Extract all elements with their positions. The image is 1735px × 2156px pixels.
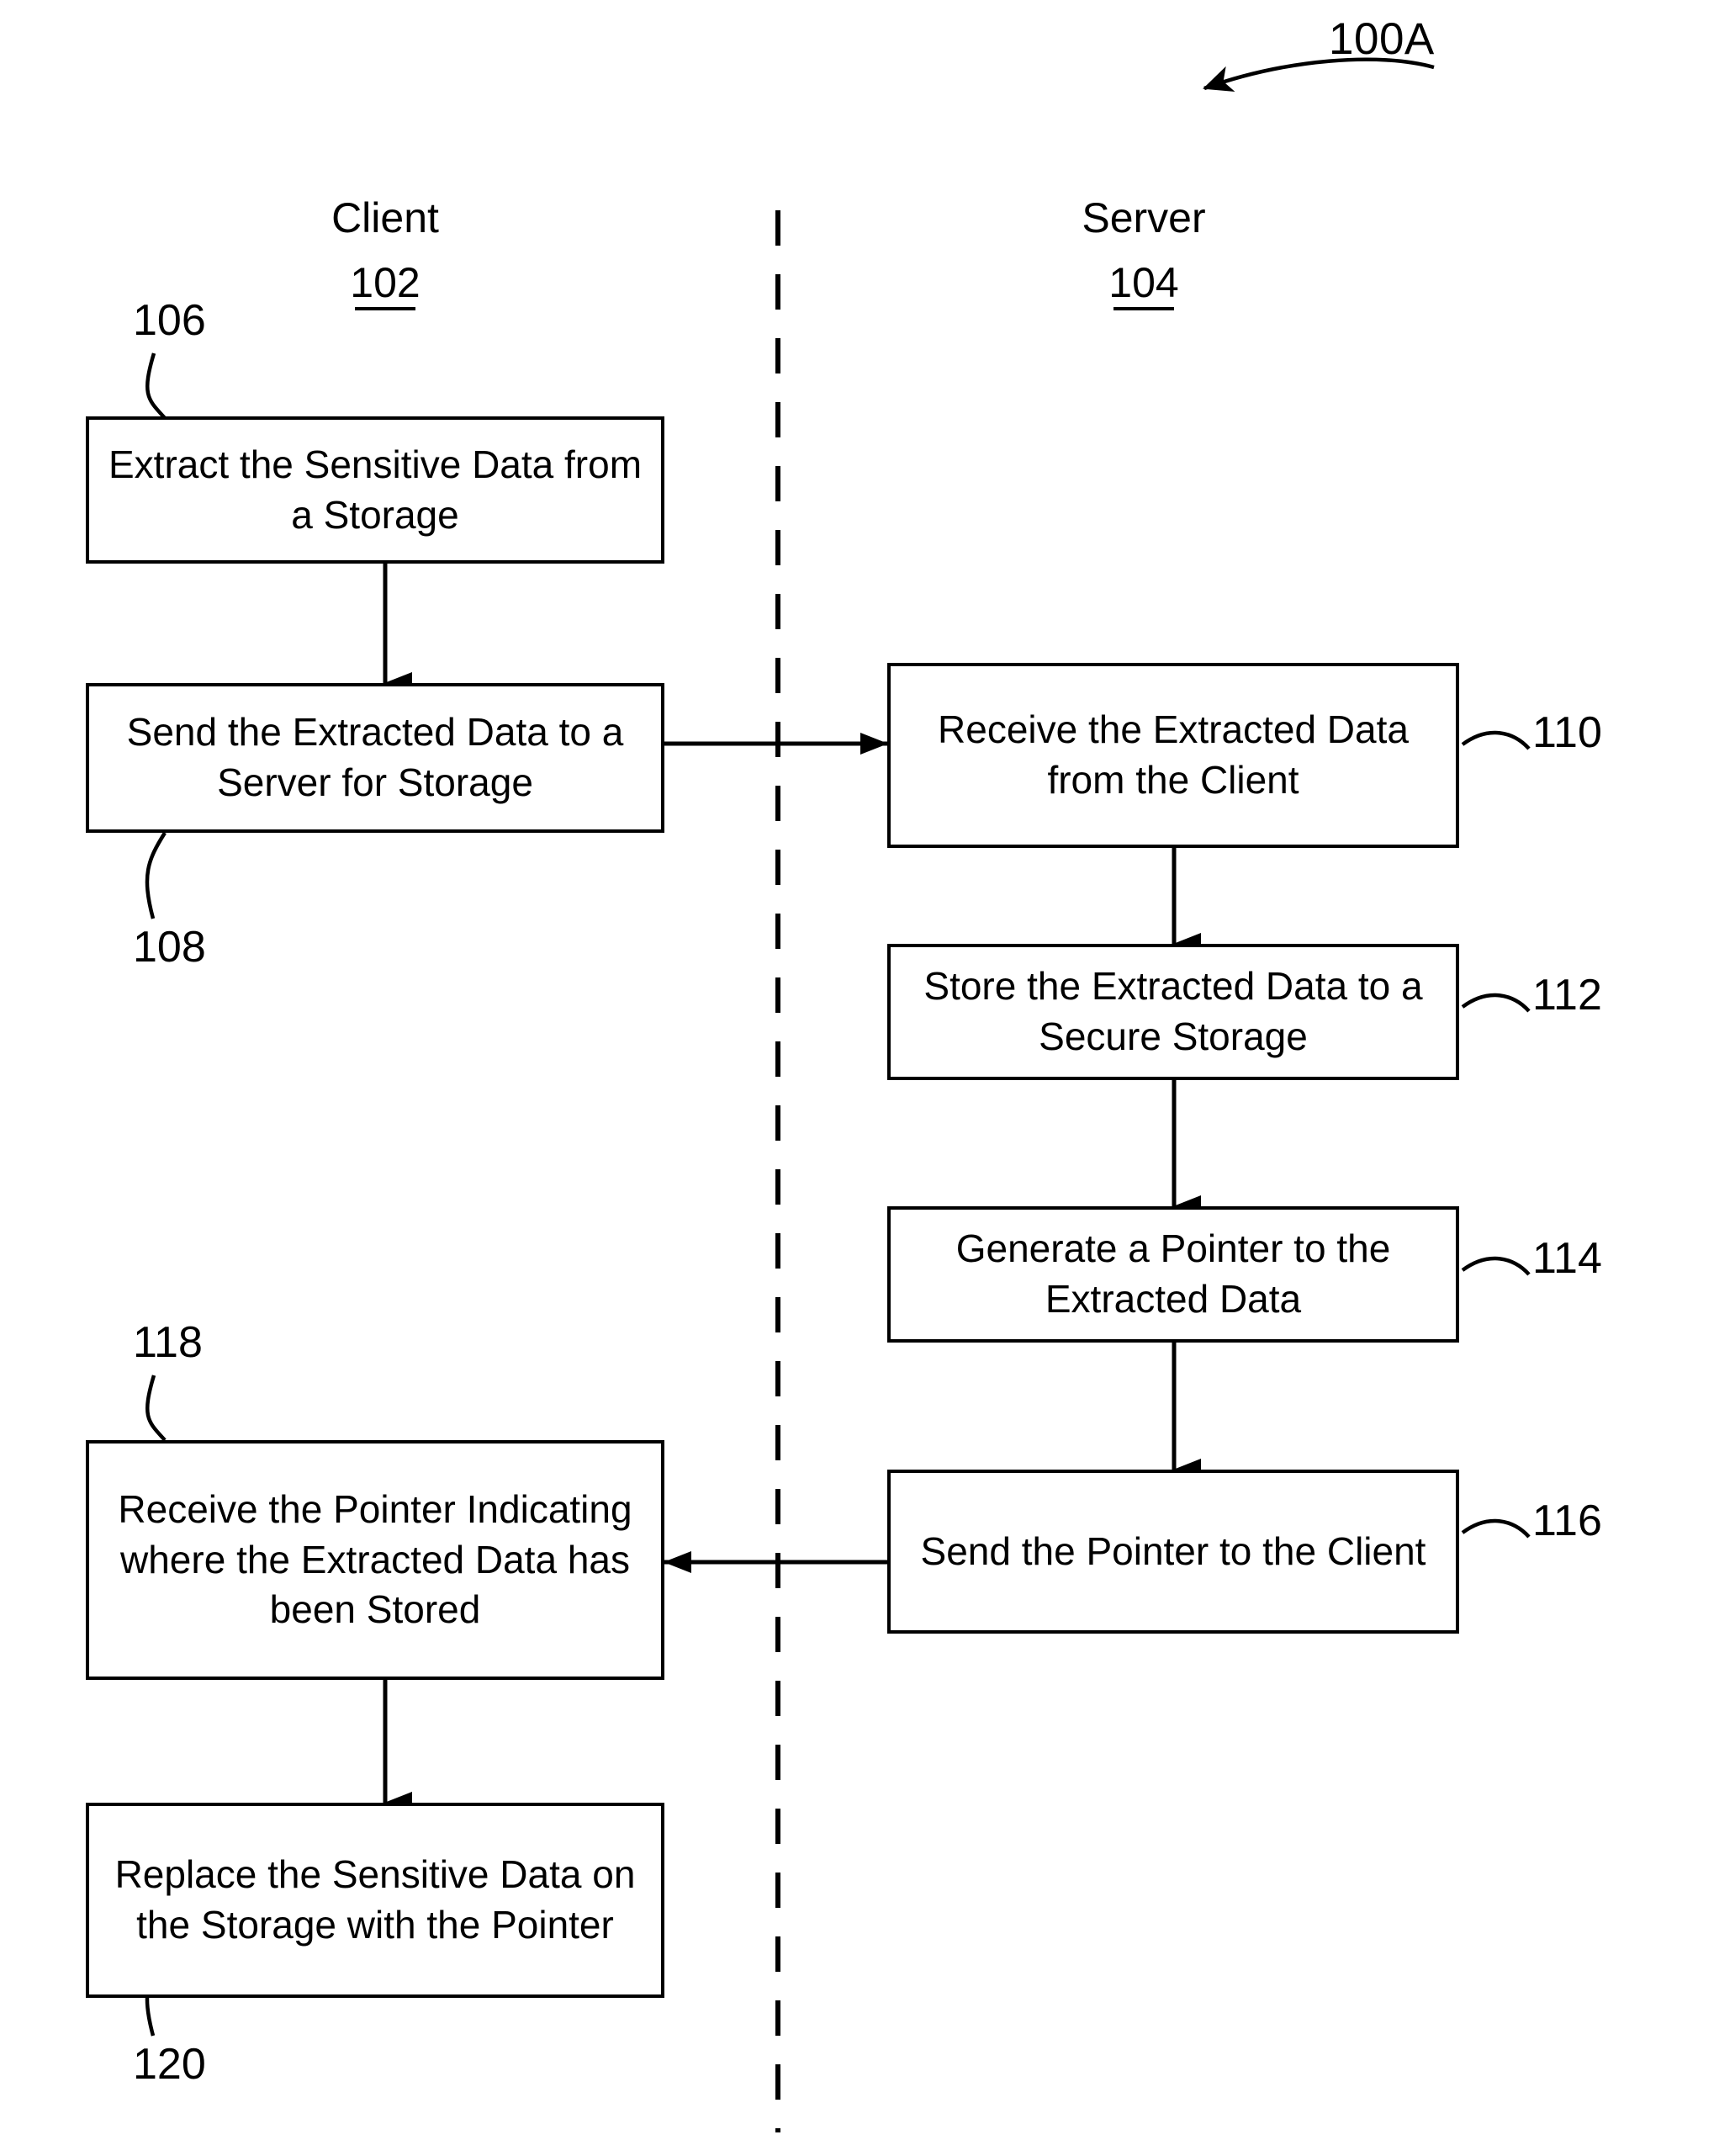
leader-118 — [145, 1375, 167, 1442]
process-box-110[interactable]: Receive the Extracted Data from the Clie… — [887, 663, 1459, 848]
process-box-118-label: Receive the Pointer Indicating where the… — [118, 1486, 632, 1632]
process-box-118[interactable]: Receive the Pointer Indicating where the… — [86, 1440, 664, 1680]
lane-underline-server — [1113, 307, 1174, 310]
lane-title-client: Client — [331, 194, 439, 241]
ref-number-120: 120 — [133, 2040, 206, 2089]
process-box-120[interactable]: Replace the Sensitive Data on the Storag… — [86, 1803, 664, 1998]
lane-header-server: Server 104 — [1026, 193, 1262, 308]
process-box-108[interactable]: Send the Extracted Data to a Server for … — [86, 683, 664, 833]
process-box-112-label: Store the Extracted Data to a Secure Sto… — [923, 964, 1423, 1058]
leader-108 — [145, 831, 167, 919]
ref-number-114: 114 — [1532, 1234, 1602, 1283]
leader-116 — [1461, 1518, 1531, 1539]
ref-number-106: 106 — [133, 296, 206, 345]
process-box-116[interactable]: Send the Pointer to the Client — [887, 1470, 1459, 1634]
ref-number-112: 112 — [1532, 971, 1602, 1020]
ref-number-108: 108 — [133, 923, 206, 972]
leader-110 — [1461, 730, 1531, 750]
process-box-106-label: Extract the Sensitive Data from a Storag… — [108, 442, 643, 537]
leader-112 — [1461, 993, 1531, 1013]
lane-underline-client — [355, 307, 415, 310]
lane-number-client: 102 — [350, 259, 421, 306]
lane-title-server: Server — [1082, 194, 1206, 241]
lane-number-server: 104 — [1108, 259, 1179, 306]
leader-106 — [145, 352, 167, 420]
lane-header-client: Client 102 — [267, 193, 503, 308]
process-box-106[interactable]: Extract the Sensitive Data from a Storag… — [86, 416, 664, 564]
process-box-114[interactable]: Generate a Pointer to the Extracted Data — [887, 1206, 1459, 1343]
process-box-114-label: Generate a Pointer to the Extracted Data — [955, 1226, 1391, 1321]
ref-number-116: 116 — [1532, 1496, 1602, 1545]
process-box-110-label: Receive the Extracted Data from the Clie… — [938, 707, 1409, 802]
leader-114 — [1461, 1256, 1531, 1276]
patent-figure-page: 100A Client 102 Server 104 106 108 110 1… — [0, 0, 1735, 2156]
ref-number-118: 118 — [133, 1318, 203, 1367]
figure-label: 100A — [1329, 14, 1435, 64]
process-box-112[interactable]: Store the Extracted Data to a Secure Sto… — [887, 944, 1459, 1080]
process-box-108-label: Send the Extracted Data to a Server for … — [126, 710, 624, 804]
process-box-120-label: Replace the Sensitive Data on the Storag… — [114, 1852, 636, 1947]
process-box-116-label: Send the Pointer to the Client — [920, 1528, 1426, 1573]
ref-number-110: 110 — [1532, 708, 1602, 757]
